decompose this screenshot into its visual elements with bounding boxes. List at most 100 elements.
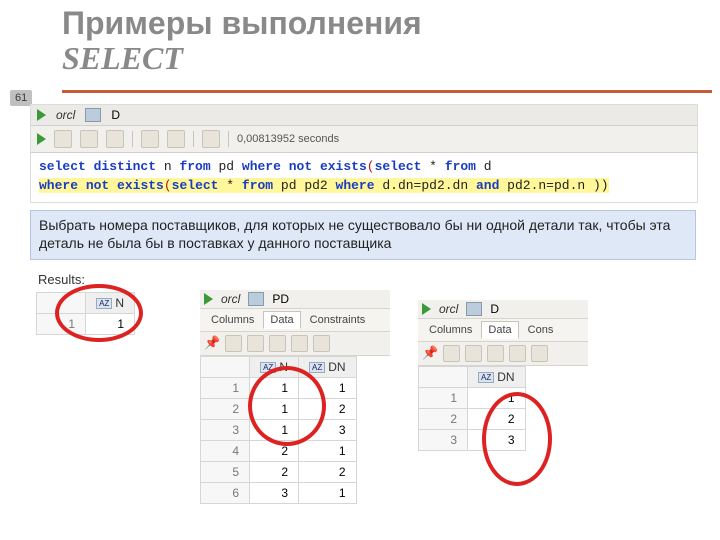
toolbar-button[interactable] <box>509 345 526 362</box>
sql-token: not <box>86 178 109 193</box>
sql-token: d.dn=pd2.dn <box>375 178 476 193</box>
sql-token: select <box>172 178 219 193</box>
sql-token: where <box>39 178 78 193</box>
results-label: Results: <box>38 272 85 287</box>
sql-token: and <box>476 178 499 193</box>
cell: 1 <box>250 420 299 441</box>
row-number: 2 <box>201 399 250 420</box>
pin-icon[interactable]: 📌 <box>422 345 438 360</box>
subtab-columns[interactable]: Columns <box>422 321 479 339</box>
col-label: N <box>279 360 288 374</box>
sql-token: not <box>289 159 312 174</box>
title-line1: Примеры выполнения <box>62 6 422 41</box>
row-number: 1 <box>37 314 86 335</box>
row-number: 1 <box>419 388 468 409</box>
table-tab[interactable]: PD <box>272 292 289 306</box>
toolbar-button[interactable] <box>247 335 264 352</box>
toolbar-button[interactable] <box>313 335 330 352</box>
table-tab[interactable]: D <box>111 108 120 122</box>
subtab-data[interactable]: Data <box>263 311 300 329</box>
col-header-n[interactable]: AZN <box>250 357 299 378</box>
cell: 1 <box>86 314 135 335</box>
sql-editor-panel: orcl D 0,00813952 seconds select distinc… <box>30 104 698 203</box>
connection-tab[interactable]: orcl <box>221 292 240 306</box>
cell: 1 <box>299 441 357 462</box>
connection-tab[interactable]: orcl <box>439 302 458 316</box>
pd-data-grid: AZN AZDN 111 212 313 421 522 631 <box>200 356 357 504</box>
toolbar-button[interactable] <box>167 130 185 148</box>
table-icon <box>248 292 264 306</box>
toolbar-button[interactable] <box>80 130 98 148</box>
sql-token <box>312 159 320 174</box>
toolbar-button[interactable] <box>269 335 286 352</box>
subtab-data[interactable]: Data <box>481 321 518 339</box>
toolbar-button[interactable] <box>106 130 124 148</box>
run-icon[interactable] <box>37 109 46 121</box>
sql-token: * <box>218 178 241 193</box>
sql-token: * <box>421 159 444 174</box>
subtab-columns[interactable]: Columns <box>204 311 261 329</box>
editor-toolbar: 0,00813952 seconds <box>31 126 697 153</box>
toolbar-button[interactable] <box>141 130 159 148</box>
toolbar-button[interactable] <box>225 335 242 352</box>
sql-token: from <box>445 159 476 174</box>
mini-toolbar: 📌 <box>200 332 390 356</box>
subtab-constraints[interactable]: Cons <box>521 321 561 339</box>
toolbar-button[interactable] <box>54 130 72 148</box>
run-icon[interactable] <box>422 303 431 315</box>
table-icon <box>85 108 101 122</box>
col-header-n[interactable]: AZN <box>86 293 135 314</box>
row-header <box>419 367 468 388</box>
sql-token: exists <box>320 159 367 174</box>
col-label: N <box>115 296 124 310</box>
sql-token: n <box>156 159 179 174</box>
toolbar-separator <box>193 131 194 147</box>
toolbar-button[interactable] <box>291 335 308 352</box>
sql-text-area[interactable]: select distinct n from pd where not exis… <box>31 153 697 202</box>
pin-icon[interactable]: 📌 <box>204 335 220 350</box>
table-icon <box>466 302 482 316</box>
toolbar-button[interactable] <box>465 345 482 362</box>
toolbar-button[interactable] <box>202 130 220 148</box>
toolbar-separator <box>132 131 133 147</box>
sql-token: select <box>39 159 86 174</box>
row-number: 6 <box>201 483 250 504</box>
connection-tab[interactable]: orcl <box>56 108 75 122</box>
col-label: DN <box>497 370 514 384</box>
subtabs: Columns Data Cons <box>418 319 588 342</box>
title-underline <box>62 90 712 93</box>
col-header-dn[interactable]: AZDN <box>468 367 526 388</box>
row-header <box>37 293 86 314</box>
sql-token: ( <box>367 159 375 174</box>
row-number: 3 <box>201 420 250 441</box>
toolbar-button[interactable] <box>443 345 460 362</box>
sql-token: d <box>476 159 492 174</box>
sql-token: pd pd2 <box>273 178 335 193</box>
subtab-constraints[interactable]: Constraints <box>303 311 373 329</box>
sort-icon[interactable]: AZ <box>309 362 325 373</box>
sort-icon[interactable]: AZ <box>260 362 276 373</box>
col-header-dn[interactable]: AZDN <box>299 357 357 378</box>
sql-token: where <box>242 159 281 174</box>
sql-token: exists <box>117 178 164 193</box>
toolbar-button[interactable] <box>487 345 504 362</box>
sql-token: where <box>336 178 375 193</box>
page-number-badge: 61 <box>10 90 32 106</box>
row-number: 2 <box>419 409 468 430</box>
editor-connection-tabs: orcl D <box>31 105 697 126</box>
sql-token <box>281 159 289 174</box>
table-tab[interactable]: D <box>490 302 499 316</box>
run-icon[interactable] <box>204 293 213 305</box>
sort-icon[interactable]: AZ <box>96 298 112 309</box>
execute-icon[interactable] <box>37 133 46 145</box>
sql-token: from <box>242 178 273 193</box>
sort-icon[interactable]: AZ <box>478 372 494 383</box>
sql-token <box>78 178 86 193</box>
cell: 2 <box>250 441 299 462</box>
row-number: 3 <box>419 430 468 451</box>
sql-token: pd2.n=pd.n )) <box>499 178 608 193</box>
sql-token: select <box>375 159 422 174</box>
cell: 3 <box>250 483 299 504</box>
toolbar-button[interactable] <box>531 345 548 362</box>
sql-token: pd <box>211 159 242 174</box>
